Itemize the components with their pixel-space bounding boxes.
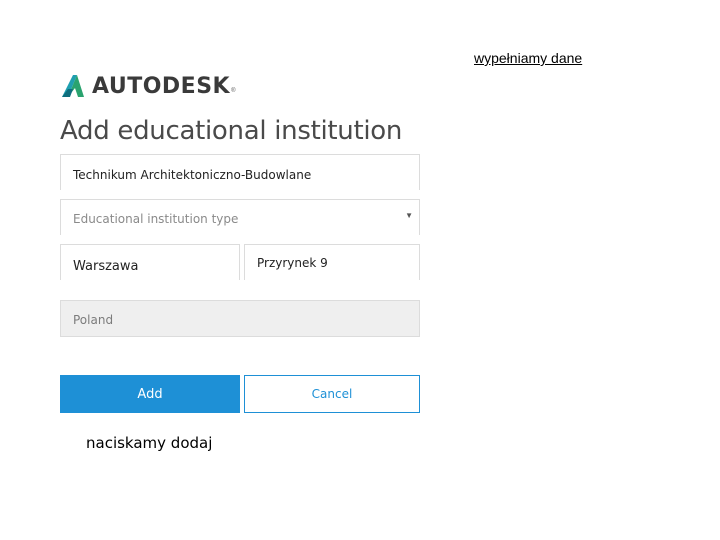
caret-down-icon: ▼ bbox=[405, 211, 413, 220]
brand-name: AUTODESK bbox=[92, 73, 231, 99]
institution-type-select[interactable]: Educational institution type ▼ bbox=[60, 199, 420, 235]
street-value: Przyrynek 9 bbox=[257, 256, 328, 270]
annotation-top: wypełniamy dane bbox=[474, 50, 583, 66]
city-value: Warszawa bbox=[73, 259, 139, 274]
annotation-bottom: naciskamy dodaj bbox=[86, 434, 213, 452]
street-field[interactable]: Przyrynek 9 bbox=[244, 244, 420, 280]
autodesk-logo-icon bbox=[62, 75, 84, 97]
city-field[interactable]: Warszawa bbox=[60, 244, 240, 280]
add-button[interactable]: Add bbox=[60, 375, 240, 413]
autodesk-logo: AUTODESK ® bbox=[60, 72, 236, 100]
institution-name-value: Technikum Architektoniczno-Budowlane bbox=[73, 168, 312, 182]
page-title: Add educational institution bbox=[60, 116, 403, 146]
institution-name-field[interactable]: Technikum Architektoniczno-Budowlane bbox=[60, 154, 420, 190]
registered-mark: ® bbox=[231, 88, 236, 94]
cancel-button[interactable]: Cancel bbox=[244, 375, 420, 413]
country-value: Poland bbox=[73, 313, 114, 327]
institution-type-placeholder: Educational institution type bbox=[73, 212, 239, 226]
country-field: Poland bbox=[60, 300, 420, 337]
